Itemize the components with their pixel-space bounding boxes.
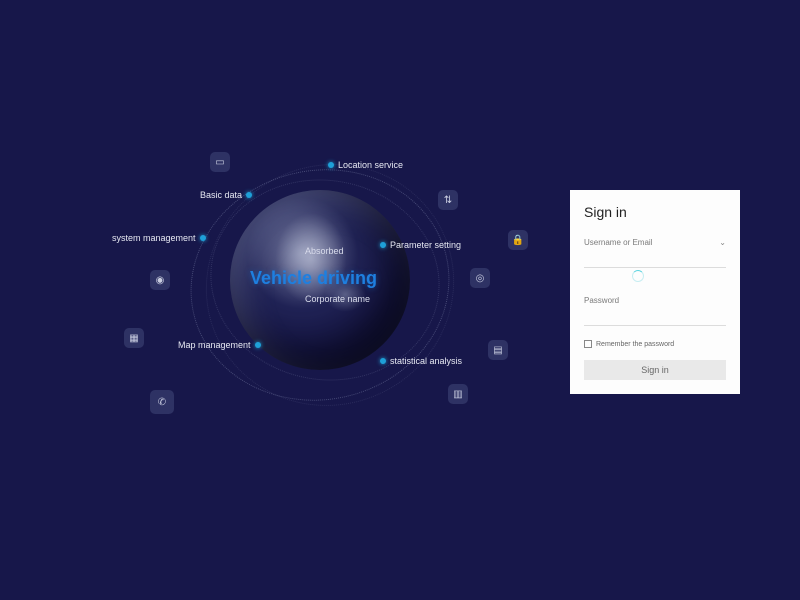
label-text: Basic data xyxy=(200,190,242,200)
phone-icon: ✆ xyxy=(150,390,174,414)
dot-icon xyxy=(328,162,334,168)
hero-subtitle-top: Absorbed xyxy=(305,246,344,256)
password-input[interactable] xyxy=(584,309,726,326)
chevron-down-icon[interactable]: ⌄ xyxy=(719,238,726,247)
bars-icon: ▥ xyxy=(448,384,468,404)
password-label: Password xyxy=(584,296,726,305)
label-system-management: system management xyxy=(112,233,206,243)
label-parameter-setting: Parameter setting xyxy=(380,240,461,250)
label-text: statistical analysis xyxy=(390,356,462,366)
remember-checkbox[interactable]: Remember the password xyxy=(584,340,726,348)
hero-title: Vehicle driving xyxy=(250,268,377,289)
label-statistical-analysis: statistical analysis xyxy=(380,356,462,366)
username-input[interactable] xyxy=(584,251,726,268)
dot-icon xyxy=(200,235,206,241)
hero-subtitle-bottom: Corporate name xyxy=(305,294,370,304)
grid-icon: ▦ xyxy=(124,328,144,348)
label-text: Parameter setting xyxy=(390,240,461,250)
username-label: Username or Email xyxy=(584,238,726,247)
monitor-icon: ▭ xyxy=(210,152,230,172)
doc-icon: ▤ xyxy=(488,340,508,360)
camera-icon: ◎ xyxy=(470,268,490,288)
username-field: Username or Email ⌄ xyxy=(584,238,726,282)
dot-icon xyxy=(380,242,386,248)
label-basic-data: Basic data xyxy=(200,190,252,200)
login-title: Sign in xyxy=(584,204,726,220)
dot-icon xyxy=(255,342,261,348)
dot-icon xyxy=(246,192,252,198)
remember-label: Remember the password xyxy=(596,341,674,348)
signin-button[interactable]: Sign in xyxy=(584,360,726,380)
dot-icon xyxy=(380,358,386,364)
password-field: Password xyxy=(584,296,726,326)
loading-spinner-icon xyxy=(632,270,644,282)
label-text: system management xyxy=(112,233,196,243)
lock-icon: 🔒 xyxy=(508,230,528,250)
pin-icon: ◉ xyxy=(150,270,170,290)
checkbox-box-icon xyxy=(584,340,592,348)
login-card: Sign in Username or Email ⌄ Password Rem… xyxy=(570,190,740,394)
hero-globe-area: ▭ ⇅ 🔒 ◉ ▦ ◎ ▤ ✆ ▥ Location service Basic… xyxy=(100,140,500,480)
label-text: Location service xyxy=(338,160,403,170)
label-map-management: Map management xyxy=(178,340,261,350)
label-text: Map management xyxy=(178,340,251,350)
route-icon: ⇅ xyxy=(438,190,458,210)
label-location-service: Location service xyxy=(328,160,403,170)
